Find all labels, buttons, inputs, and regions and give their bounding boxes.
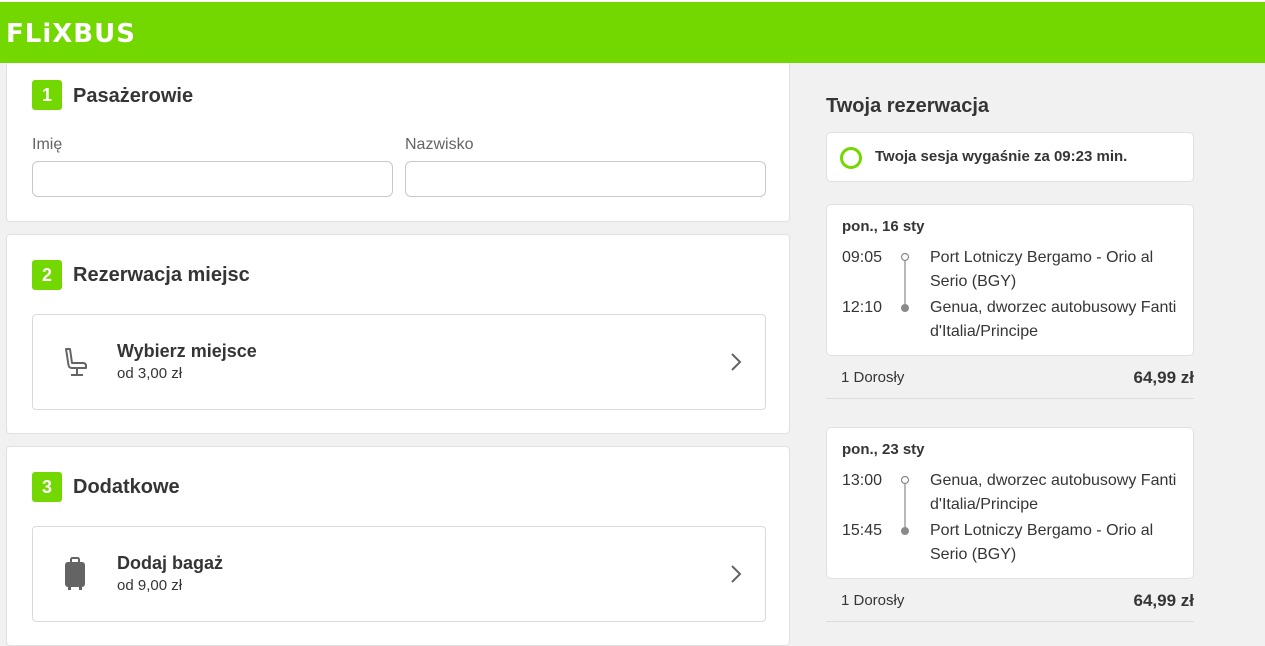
route-line-icon — [900, 475, 910, 542]
add-luggage-option[interactable]: Dodaj bagaż od 9,00 zł — [32, 526, 766, 622]
last-name-input[interactable] — [405, 161, 766, 197]
extras-section: 3 Dodatkowe Dodaj bagaż od 9,00 zł — [6, 446, 790, 646]
trip-price-row: 1 Dorosły 64,99 zł — [826, 361, 1194, 399]
choose-seat-option[interactable]: Wybierz miejsce od 3,00 zł — [32, 314, 766, 410]
arrival-stop: Port Lotniczy Bergamo - Orio al Serio (B… — [930, 522, 1154, 563]
session-expiry-text: Twoja sesja wygaśnie za 09:23 min. — [875, 148, 1128, 165]
trip-date: pon., 23 sty — [842, 441, 925, 458]
departure-stop: Genua, dworzec autobusowy Fanti d'Italia… — [930, 472, 1177, 513]
trip-price: 64,99 zł — [1133, 368, 1195, 387]
top-header: FLiXBUS — [0, 0, 1265, 63]
seat-reservation-section: 2 Rezerwacja miejsc Wybierz miejsce od 3… — [6, 234, 790, 434]
step-number-2: 2 — [32, 260, 62, 290]
passenger-count: 1 Dorosły — [841, 369, 905, 386]
seat-icon — [63, 347, 87, 384]
first-name-label: Imię — [32, 136, 63, 153]
departure-stop: Port Lotniczy Bergamo - Orio al Serio (B… — [930, 249, 1154, 290]
passenger-count: 1 Dorosły — [841, 592, 905, 609]
trip-price-row: 1 Dorosły 64,99 zł — [826, 584, 1194, 622]
trip-card-outbound: pon., 16 sty 09:05 Port Lotniczy Bergamo… — [826, 204, 1194, 356]
choose-seat-price: od 3,00 zł — [117, 365, 183, 382]
arrival-time: 12:10 — [842, 299, 883, 316]
arrival-stop: Genua, dworzec autobusowy Fanti d'Italia… — [930, 299, 1177, 340]
flixbus-logo[interactable]: FLiXBUS — [6, 19, 136, 49]
passengers-title: Pasażerowie — [73, 85, 194, 107]
trip-price: 64,99 zł — [1133, 591, 1195, 610]
booking-summary-title: Twoja rezerwacja — [826, 95, 990, 117]
session-timer-card: Twoja sesja wygaśnie za 09:23 min. — [826, 132, 1194, 182]
luggage-icon — [63, 557, 87, 596]
add-luggage-title: Dodaj bagaż — [117, 553, 224, 573]
departure-time: 09:05 — [842, 249, 883, 266]
arrival-time: 15:45 — [842, 522, 883, 539]
last-name-label: Nazwisko — [405, 136, 474, 153]
step-number-1: 1 — [32, 80, 62, 110]
step-number-3: 3 — [32, 472, 62, 502]
chevron-right-icon — [730, 352, 742, 377]
seat-reservation-title: Rezerwacja miejsc — [73, 264, 250, 286]
passengers-section: 1 Pasażerowie Imię Nazwisko — [6, 63, 790, 222]
route-line-icon — [900, 252, 910, 319]
trip-card-return: pon., 23 sty 13:00 Genua, dworzec autobu… — [826, 427, 1194, 579]
choose-seat-title: Wybierz miejsce — [117, 341, 257, 361]
trip-date: pon., 16 sty — [842, 218, 925, 235]
first-name-input[interactable] — [32, 161, 393, 197]
chevron-right-icon — [730, 564, 742, 589]
departure-time: 13:00 — [842, 472, 883, 489]
extras-title: Dodatkowe — [73, 476, 180, 498]
timer-ring-icon — [839, 146, 863, 175]
add-luggage-price: od 9,00 zł — [117, 577, 183, 594]
